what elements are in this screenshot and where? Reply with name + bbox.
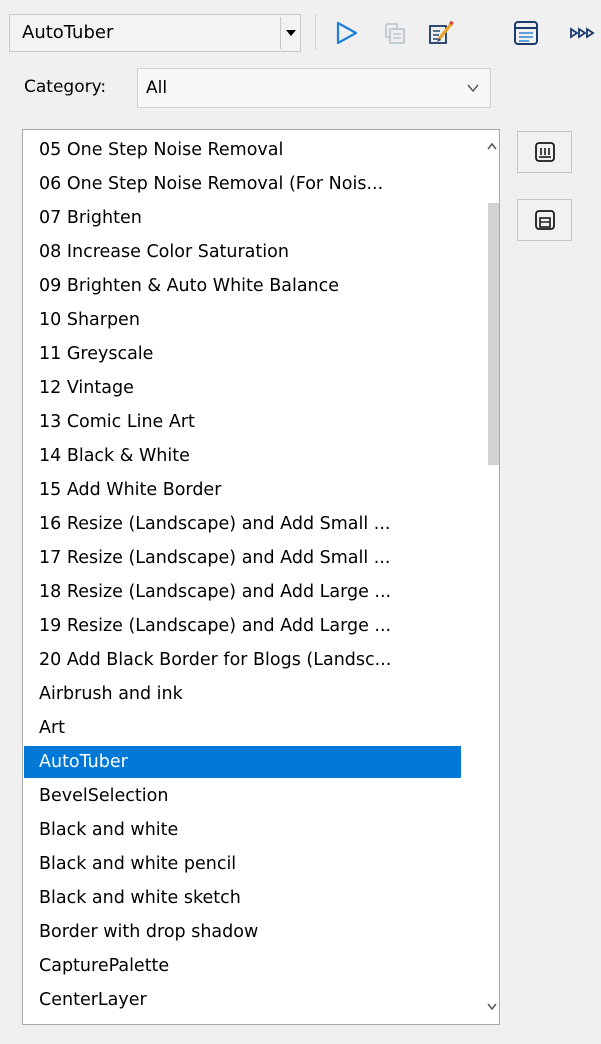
list-item[interactable]: Airbrush and ink [24, 678, 461, 710]
list-item[interactable]: 05 One Step Noise Removal [24, 134, 461, 166]
list-item[interactable]: 11 Greyscale [24, 338, 461, 370]
vertical-scrollbar[interactable] [484, 131, 499, 1023]
edit-script-icon[interactable] [424, 16, 458, 50]
scroll-up-icon[interactable] [484, 137, 499, 155]
chevron-down-icon [467, 84, 479, 93]
list-item[interactable]: Black and white pencil [24, 848, 461, 880]
list-item[interactable]: 07 Brighten [24, 202, 461, 234]
list-item[interactable]: 12 Vintage [24, 372, 461, 404]
run-script-icon[interactable] [329, 16, 363, 50]
scrollbar-thumb[interactable] [488, 203, 499, 465]
save-script-button[interactable] [517, 131, 572, 173]
list-item[interactable]: 18 Resize (Landscape) and Add Large ... [24, 576, 461, 608]
list-item[interactable]: 14 Black & White [24, 440, 461, 472]
list-item[interactable]: 19 Resize (Landscape) and Add Large ... [24, 610, 461, 642]
list-item[interactable]: 10 Sharpen [24, 304, 461, 336]
script-output-icon[interactable] [509, 16, 543, 50]
list-item[interactable]: 20 Add Black Border for Blogs (Landsc... [24, 644, 461, 676]
script-list[interactable]: 05 One Step Noise Removal 06 One Step Noi… [22, 129, 500, 1025]
dropdown-arrow-icon[interactable] [280, 17, 300, 49]
list-item[interactable]: 16 Resize (Landscape) and Add Small ... [24, 508, 461, 540]
list-item[interactable]: Black and white sketch [24, 882, 461, 914]
list-item[interactable]: 06 One Step Noise Removal (For Nois... [24, 168, 461, 200]
list-item[interactable]: 17 Resize (Landscape) and Add Small ... [24, 542, 461, 574]
list-item[interactable]: BevelSelection [24, 780, 461, 812]
scroll-down-icon[interactable] [484, 997, 499, 1015]
toolbar-separator [315, 14, 316, 50]
list-item-selected[interactable]: AutoTuber [24, 746, 461, 778]
list-item[interactable]: 13 Comic Line Art [24, 406, 461, 438]
save-script-icon [534, 142, 555, 162]
list-item[interactable]: CapturePalette [24, 950, 461, 982]
list-item[interactable]: CenterLayer [24, 984, 461, 1016]
script-toolbar: AutoTuber [0, 0, 601, 58]
script-selector-dropdown[interactable]: AutoTuber [9, 14, 301, 52]
list-item[interactable]: 09 Brighten & Auto White Balance [24, 270, 461, 302]
list-item[interactable]: 15 Add White Border [24, 474, 461, 506]
list-item[interactable]: Black and white [24, 814, 461, 846]
category-dropdown[interactable]: All [137, 68, 491, 108]
category-value: All [146, 78, 168, 98]
save-as-button[interactable] [517, 199, 572, 241]
category-label: Category: [24, 77, 107, 97]
save-as-icon [534, 210, 555, 230]
list-item[interactable]: 08 Increase Color Saturation [24, 236, 461, 268]
batch-process-icon[interactable] [567, 16, 601, 50]
list-item[interactable]: Border with drop shadow [24, 916, 461, 948]
copy-script-icon[interactable] [378, 16, 412, 50]
list-item[interactable]: Art [24, 712, 461, 744]
script-selector-value: AutoTuber [22, 22, 114, 43]
